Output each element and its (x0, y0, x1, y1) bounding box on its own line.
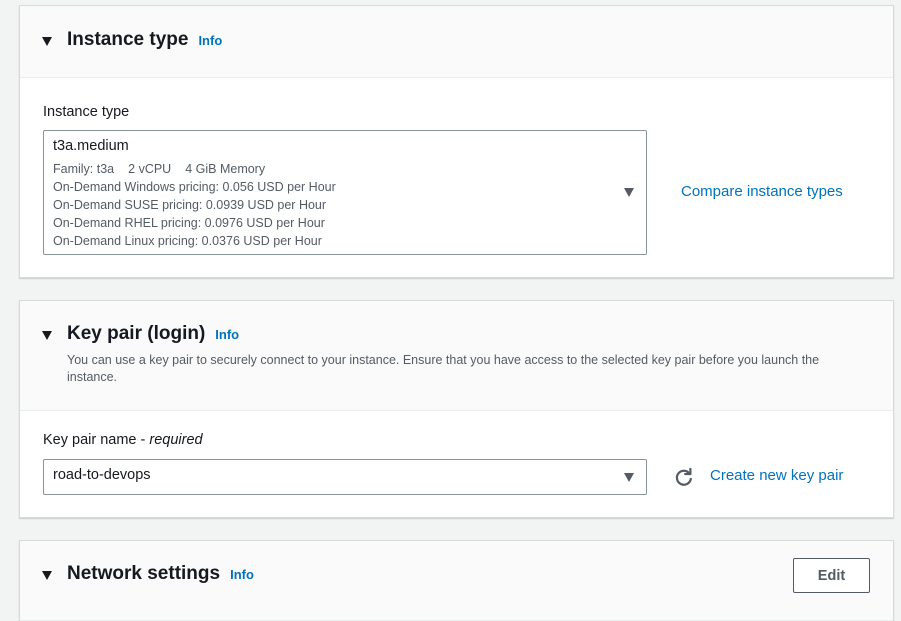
network-settings-header[interactable]: Network settings Info Edit (20, 541, 893, 621)
instance-vcpu: 2 vCPU (128, 162, 172, 176)
key-pair-select[interactable]: road-to-devops (43, 459, 647, 495)
key-pair-panel: Key pair (login) Info You can use a key p… (19, 300, 894, 518)
caret-down-icon[interactable] (42, 571, 52, 580)
key-pair-title-row: Key pair (login) Info (67, 323, 239, 345)
compare-instance-types-link[interactable]: Compare instance types (681, 183, 843, 200)
instance-type-label: Instance type (43, 104, 130, 120)
key-pair-name-label: Key pair name - required (43, 432, 203, 448)
section-title: Instance type (67, 29, 189, 50)
pricing-rhel: On-Demand RHEL pricing: 0.0976 USD per H… (53, 216, 325, 230)
key-pair-header[interactable]: Key pair (login) Info You can use a key p… (20, 301, 893, 411)
section-title: Network settings (67, 563, 221, 584)
refresh-icon[interactable] (674, 467, 694, 487)
key-pair-description: You can use a key pair to securely conne… (67, 353, 820, 384)
instance-family: Family: t3a (53, 162, 115, 176)
pricing-linux: On-Demand Linux pricing: 0.0376 USD per … (53, 234, 322, 248)
selected-instance-type: t3a.medium (53, 138, 129, 154)
caret-down-icon[interactable] (42, 331, 52, 340)
network-settings-panel: Network settings Info Edit (19, 540, 894, 621)
instance-type-header[interactable]: Instance type Info (20, 6, 893, 78)
create-new-key-pair-link[interactable]: Create new key pair (710, 467, 843, 484)
chevron-down-icon[interactable] (624, 473, 634, 482)
instance-memory: 4 GiB Memory (185, 162, 266, 176)
edit-button[interactable]: Edit (793, 558, 870, 593)
caret-down-icon[interactable] (42, 37, 52, 46)
label-text: Key pair name - (43, 432, 150, 448)
pricing-suse: On-Demand SUSE pricing: 0.0939 USD per H… (53, 198, 327, 212)
selected-key-pair: road-to-devops (53, 467, 151, 483)
pricing-windows: On-Demand Windows pricing: 0.056 USD per… (53, 180, 336, 194)
instance-type-title-row: Instance type Info (67, 29, 222, 51)
instance-type-select[interactable]: t3a.medium Family: t3a 2 vCPU 4 GiB Memory… (43, 130, 647, 255)
info-link[interactable]: Info (230, 567, 254, 582)
section-title: Key pair (login) (67, 323, 206, 344)
instance-family-specs: Family: t3a 2 vCPU 4 GiB Memory (53, 162, 265, 176)
info-link[interactable]: Info (215, 327, 239, 342)
network-title-row: Network settings Info (67, 563, 254, 585)
required-text: required (149, 432, 203, 448)
chevron-down-icon[interactable] (624, 188, 634, 197)
info-link[interactable]: Info (198, 33, 222, 48)
instance-type-panel: Instance type Info Instance type t3a.medi… (19, 5, 894, 278)
